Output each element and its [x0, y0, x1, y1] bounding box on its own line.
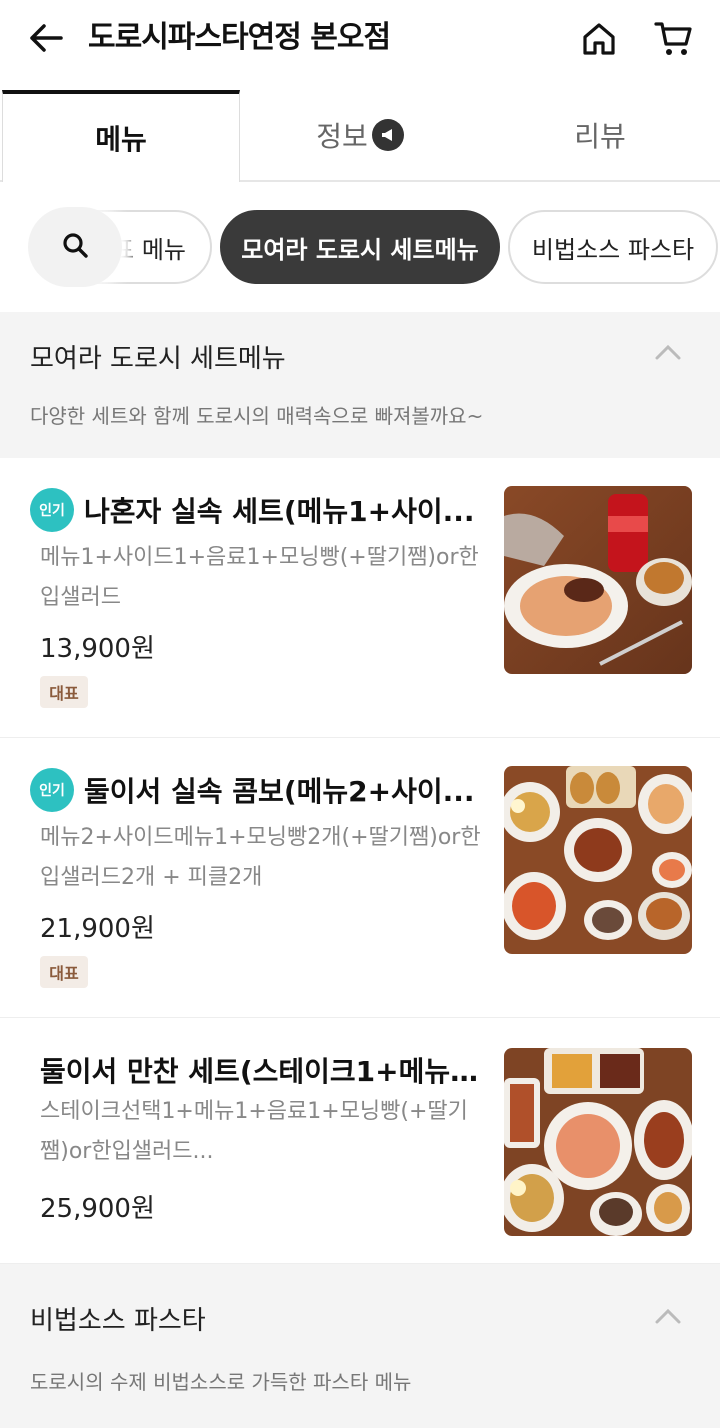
menu-item-price: 21,900원 — [40, 914, 155, 944]
back-arrow-icon[interactable] — [26, 18, 66, 58]
section-title: 모여라 도로시 세트메뉴 — [30, 344, 286, 374]
menu-item-description: 메뉴2+사이드메뉴1+모닝빵2개(+딸기쨈)or한 입샐러드2개 + 피클2개 — [40, 818, 496, 898]
menu-item-photo — [504, 486, 692, 674]
menu-item[interactable]: 인기 나혼자 실속 세트(메뉴1+사이... 메뉴1+사이드1+음료1+모닝빵(… — [0, 458, 720, 738]
menu-item-photo — [504, 1048, 692, 1236]
category-chip-bar: 표 메뉴 모여라 도로시 세트메뉴 비법소스 파스타 — [0, 182, 720, 312]
tab-info-label: 정보 — [316, 120, 368, 153]
tab-review[interactable]: 리뷰 — [480, 90, 720, 180]
menu-item-price: 13,900원 — [40, 634, 155, 664]
section-description: 다양한 세트와 함께 도로시의 매력속으로 빠져볼까요~ — [30, 404, 484, 428]
menu-item-description: 스테이크선택1+메뉴1+음료1+모닝빵(+딸기 쨈)or한입샐러드... — [40, 1092, 496, 1172]
description-line: 입샐러드2개 + 피클2개 — [40, 865, 263, 890]
representative-tag: 대표 — [40, 676, 88, 708]
search-icon — [61, 231, 89, 263]
representative-tag: 대표 — [40, 956, 88, 988]
store-tabs: 메뉴 정보 리뷰 — [0, 90, 720, 182]
menu-item-price: 25,900원 — [40, 1194, 155, 1224]
chip-category-pasta[interactable]: 비법소스 파스타 — [508, 210, 718, 284]
section-title: 비법소스 파스타 — [30, 1306, 206, 1336]
description-line: 메뉴1+사이드1+음료1+모닝빵(+딸기쨈)or한 — [40, 545, 479, 570]
store-title: 도로시파스타연정 본오점 — [88, 20, 391, 55]
menu-search-button[interactable] — [28, 207, 122, 287]
tab-review-label: 리뷰 — [574, 120, 626, 153]
megaphone-icon — [371, 119, 404, 151]
chevron-up-icon — [655, 1308, 681, 1324]
section-header-set-menu[interactable]: 모여라 도로시 세트메뉴 다양한 세트와 함께 도로시의 매력속으로 빠져볼까요… — [0, 312, 720, 458]
description-line: 메뉴2+사이드메뉴1+모닝빵2개(+딸기쨈)or한 — [40, 825, 481, 850]
tab-menu-label: 메뉴 — [95, 123, 147, 156]
cart-icon[interactable] — [652, 18, 696, 60]
menu-item-name: 둘이서 만찬 세트(스테이크1+메뉴... — [40, 1055, 480, 1088]
menu-item-description: 메뉴1+사이드1+음료1+모닝빵(+딸기쨈)or한 입샐러드 — [40, 538, 496, 618]
tab-info[interactable]: 정보 — [240, 90, 480, 180]
description-line: 쨈)or한입샐러드... — [40, 1139, 214, 1164]
chevron-up-icon — [655, 344, 681, 360]
popular-badge: 인기 — [30, 768, 74, 812]
popular-badge: 인기 — [30, 488, 74, 532]
menu-item[interactable]: 둘이서 만찬 세트(스테이크1+메뉴... 스테이크선택1+메뉴1+음료1+모닝… — [0, 1018, 720, 1264]
home-icon[interactable] — [578, 18, 620, 60]
chip-category-set-menu[interactable]: 모여라 도로시 세트메뉴 — [220, 210, 500, 284]
menu-item-name: 둘이서 실속 콤보(메뉴2+사이... — [84, 775, 475, 808]
tab-menu[interactable]: 메뉴 — [2, 90, 240, 182]
description-line: 스테이크선택1+메뉴1+음료1+모닝빵(+딸기 — [40, 1099, 468, 1124]
section-header-pasta[interactable]: 비법소스 파스타 도로시의 수제 비법소스로 가득한 파스타 메뉴 — [0, 1264, 720, 1428]
section-description: 도로시의 수제 비법소스로 가득한 파스타 메뉴 — [30, 1370, 412, 1394]
menu-item-photo — [504, 766, 692, 954]
top-app-bar: 도로시파스타연정 본오점 — [0, 0, 720, 90]
menu-item-name: 나혼자 실속 세트(메뉴1+사이... — [84, 495, 475, 528]
description-line: 입샐러드 — [40, 585, 121, 610]
menu-item[interactable]: 인기 둘이서 실속 콤보(메뉴2+사이... 메뉴2+사이드메뉴1+모닝빵2개(… — [0, 738, 720, 1018]
